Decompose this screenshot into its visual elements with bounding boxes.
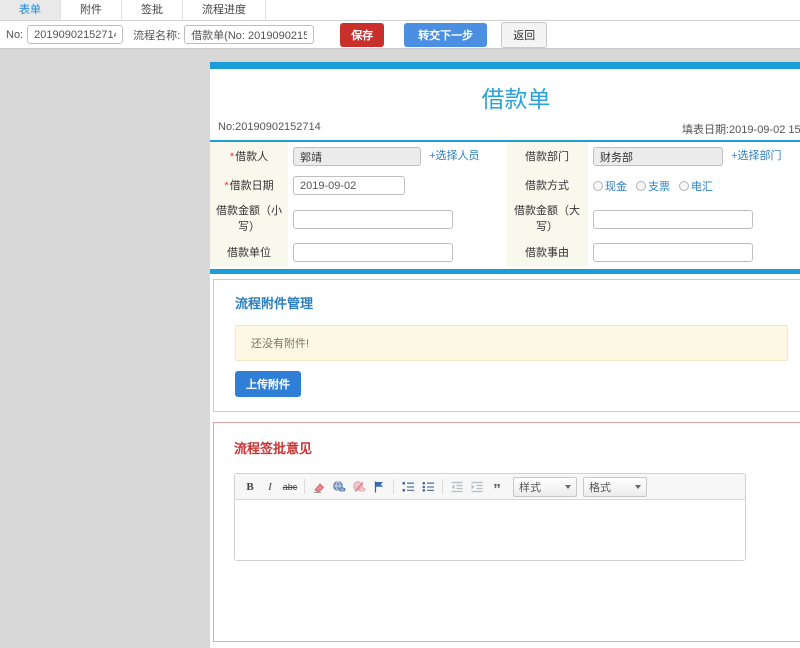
amount-upper-field[interactable] — [593, 209, 753, 229]
toolbar-separator — [304, 479, 305, 494]
tab-form[interactable]: 表单 — [0, 0, 61, 20]
blockquote-icon[interactable]: ” — [488, 478, 506, 497]
panel-bottom-accent-bar — [210, 269, 800, 274]
no-attachments-alert: 还没有附件! — [235, 325, 788, 361]
page-title: 借款单 — [481, 86, 551, 112]
editor-content-area[interactable] — [235, 500, 745, 560]
amount-lower-label: 借款金额（小写） — [210, 200, 288, 238]
outdent-icon[interactable] — [448, 478, 466, 496]
toolbar-separator — [442, 479, 443, 494]
action-bar: No: 流程名称: 保存 转交下一步 返回 — [0, 21, 800, 49]
bulleted-list-icon[interactable] — [419, 478, 437, 496]
department-label: 借款部门 — [506, 142, 588, 171]
styles-dropdown[interactable]: 样式 — [513, 476, 577, 497]
attachments-header: 流程附件管理 — [235, 296, 314, 311]
no-input[interactable] — [27, 25, 124, 44]
loan-form-panel: 借款单 No:20190902152714 填表日期:2019-09-02 15… — [210, 62, 800, 648]
pay-method-radio-group: 现金 支票 电汇 — [593, 178, 800, 194]
radio-wire[interactable]: 电汇 — [679, 178, 713, 194]
table-row: *借款人 +选择人员 借款部门 +选择部门 — [210, 142, 800, 171]
radio-wire-label: 电汇 — [691, 180, 713, 193]
back-button[interactable]: 返回 — [501, 21, 548, 48]
amount-upper-label: 借款金额（大写） — [506, 200, 588, 238]
unlink-icon[interactable] — [350, 478, 368, 496]
radio-cash[interactable]: 现金 — [593, 178, 627, 194]
loan-date-field[interactable] — [293, 176, 405, 195]
strikethrough-icon[interactable]: abc — [281, 478, 299, 496]
tab-flow-progress[interactable]: 流程进度 — [183, 0, 266, 20]
table-row: *借款日期 借款方式 现金 支票 电汇 — [210, 171, 800, 200]
form-no-text: No:20190902152714 — [218, 121, 321, 133]
flow-name-input[interactable] — [184, 25, 315, 44]
table-row: 借款单位 借款事由 — [210, 238, 800, 267]
radio-cheque-label: 支票 — [648, 180, 670, 193]
approval-section: 流程签批意见 B I abc ” 样式 格式 — [213, 422, 800, 642]
required-asterisk: * — [224, 179, 229, 192]
department-field[interactable] — [593, 147, 723, 166]
styles-dropdown-label: 样式 — [519, 481, 541, 494]
loan-form-table: *借款人 +选择人员 借款部门 +选择部门 *借款日期 借款方式 现金 支票 电… — [210, 142, 800, 267]
save-button[interactable]: 保存 — [340, 22, 385, 47]
tab-attachments[interactable]: 附件 — [61, 0, 122, 20]
radio-cheque[interactable]: 支票 — [636, 178, 670, 194]
remove-format-icon[interactable] — [310, 478, 328, 496]
format-dropdown-label: 格式 — [589, 481, 611, 494]
radio-icon[interactable] — [636, 180, 646, 191]
required-asterisk: * — [229, 150, 235, 163]
indent-icon[interactable] — [468, 478, 486, 496]
bold-icon[interactable]: B — [241, 478, 259, 496]
borrower-field[interactable] — [293, 147, 421, 166]
italic-icon[interactable]: I — [261, 478, 279, 496]
upload-attachment-button[interactable]: 上传附件 — [235, 371, 301, 397]
radio-icon[interactable] — [679, 180, 689, 191]
table-row: 借款金额（小写） 借款金额（大写） — [210, 200, 800, 238]
approval-header: 流程签批意见 — [234, 441, 313, 456]
borrower-label: *借款人 — [210, 142, 288, 171]
format-dropdown[interactable]: 格式 — [583, 476, 647, 497]
rich-text-editor: B I abc ” 样式 格式 — [234, 473, 746, 561]
loan-reason-label: 借款事由 — [506, 238, 588, 267]
forward-next-step-button[interactable]: 转交下一步 — [404, 22, 488, 47]
loan-unit-label: 借款单位 — [210, 238, 288, 267]
link-icon[interactable] — [330, 478, 348, 496]
attachments-section: 流程附件管理 还没有附件! 上传附件 — [213, 279, 800, 412]
top-tab-bar: 表单 附件 签批 流程进度 — [0, 0, 800, 21]
editor-toolbar: B I abc ” 样式 格式 — [235, 474, 745, 500]
pay-method-label: 借款方式 — [506, 171, 588, 200]
chevron-down-icon — [565, 484, 571, 489]
form-date-text: 填表日期:2019-09-02 15:27:1 — [682, 124, 800, 136]
loan-date-label-text: 借款日期 — [229, 179, 274, 192]
loan-reason-field[interactable] — [593, 243, 753, 262]
select-person-link[interactable]: +选择人员 — [429, 150, 479, 162]
numbered-list-icon[interactable] — [399, 478, 417, 496]
select-department-link[interactable]: +选择部门 — [731, 150, 781, 162]
radio-cash-label: 现金 — [605, 180, 627, 193]
tab-approval[interactable]: 签批 — [122, 0, 183, 20]
panel-top-accent-bar — [210, 62, 800, 69]
loan-unit-field[interactable] — [293, 243, 453, 262]
anchor-flag-icon[interactable] — [370, 478, 388, 496]
borrower-label-text: 借款人 — [235, 150, 269, 163]
form-meta-row: No:20190902152714 填表日期:2019-09-02 15:27:… — [210, 121, 800, 137]
flow-name-label: 流程名称: — [133, 29, 181, 42]
no-label: No: — [6, 28, 24, 41]
toolbar-separator — [393, 479, 394, 494]
radio-icon[interactable] — [593, 180, 603, 191]
loan-date-label: *借款日期 — [210, 171, 288, 200]
amount-lower-field[interactable] — [293, 209, 453, 229]
chevron-down-icon — [635, 484, 641, 489]
